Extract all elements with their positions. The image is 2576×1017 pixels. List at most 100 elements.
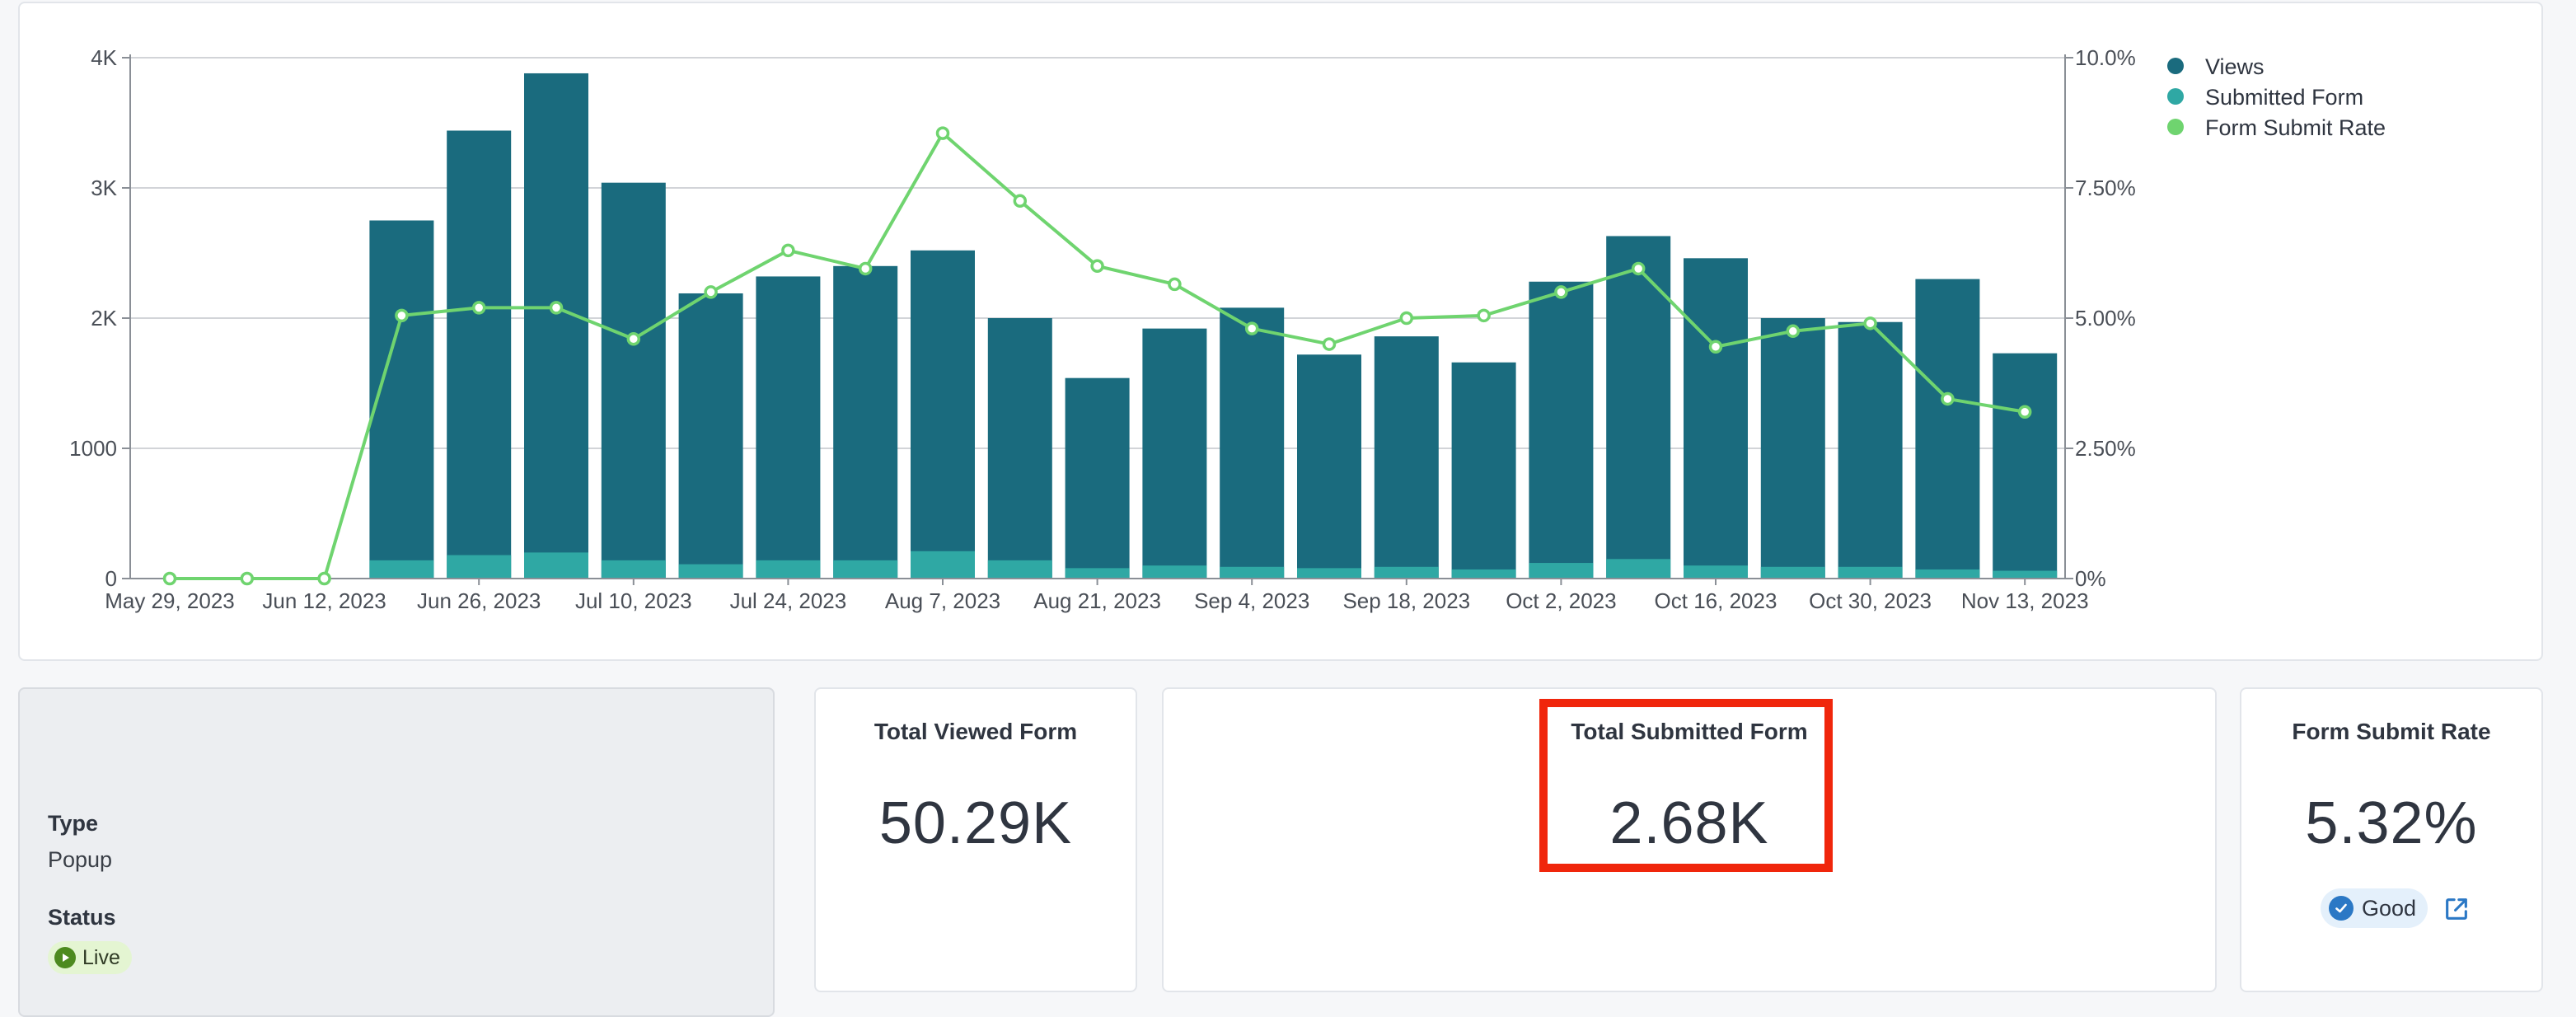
stat-title-viewed: Total Viewed Form <box>873 719 1078 744</box>
performance-chart-card: 0 1000 2K 3K 4K 0% 2.50% 5.00% 7.50% 10.0% May 29,… <box>18 2 2543 661</box>
y-left-tick-label: 2K <box>91 306 117 330</box>
stat-card-submitted: Total Submitted Form 2.68K <box>1162 687 2217 992</box>
external-link-icon[interactable] <box>2443 895 2471 923</box>
x-tick-label: Oct 30, 2023 <box>1809 588 1932 613</box>
form-info-panel: Type Popup Status Live <box>18 687 775 1017</box>
rate-point <box>1941 391 1955 406</box>
bar-views <box>1529 281 1594 579</box>
bar-submitted <box>1529 563 1594 579</box>
legend-label: Submitted Form <box>2205 85 2363 110</box>
stat-card-submit-rate: Form Submit Rate 5.32% Good <box>2240 687 2543 992</box>
bar-submitted <box>678 564 743 579</box>
bar-views <box>1297 354 1361 579</box>
rate-point <box>704 285 718 299</box>
bar-submitted <box>1220 566 1285 579</box>
bar-submitted <box>1065 568 1130 579</box>
bar-submitted <box>1760 566 1825 579</box>
legend-label: Views <box>2205 54 2265 79</box>
rate-point <box>1013 194 1028 209</box>
status-label: Status <box>48 905 116 930</box>
bar-submitted <box>1374 566 1439 579</box>
y-right-tick-label: 10.0% <box>2075 45 2136 70</box>
rate-point <box>1322 337 1337 351</box>
bar-views <box>1451 362 1516 579</box>
type-value: Popup <box>48 847 113 872</box>
bar-submitted <box>987 560 1052 579</box>
bar-views <box>833 265 898 579</box>
rate-point <box>1477 308 1491 323</box>
type-label: Type <box>48 811 99 836</box>
bar-views <box>1684 258 1748 579</box>
bar-submitted <box>1684 565 1748 579</box>
rate-quality-badge: Good <box>2321 888 2428 928</box>
performance-chart: 0 1000 2K 3K 4K 0% 2.50% 5.00% 7.50% 10.0% May 29,… <box>69 45 2386 613</box>
bar-views <box>1220 307 1285 579</box>
y-right-tick-label: 7.50% <box>2075 176 2136 200</box>
y-left-tick-label: 1000 <box>69 436 117 461</box>
rate-point <box>1708 340 1723 354</box>
bar-submitted <box>1838 566 1903 579</box>
x-tick-label: Sep 18, 2023 <box>1342 588 1470 613</box>
y-right-tick-label: 0% <box>2075 566 2106 591</box>
bar-views <box>1838 321 1903 579</box>
y-right-tick-label: 5.00% <box>2075 306 2136 330</box>
rate-point <box>162 571 177 586</box>
rate-point <box>1168 277 1182 292</box>
y-left-tick-label: 4K <box>91 45 117 70</box>
rate-point <box>471 301 486 315</box>
stat-title-submit-rate: Form Submit Rate <box>2292 719 2491 744</box>
bar-views <box>601 182 666 579</box>
bar-views <box>756 276 821 579</box>
legend-marker <box>2167 88 2184 105</box>
stat-card-viewed: Total Viewed Form 50.29K <box>814 687 1137 992</box>
legend-marker <box>2167 58 2184 74</box>
rate-point <box>549 301 564 315</box>
x-tick-label: Nov 13, 2023 <box>1961 588 2089 613</box>
status-value: Live <box>82 945 120 969</box>
x-tick-label: Aug 21, 2023 <box>1033 588 1161 613</box>
play-icon <box>54 947 76 968</box>
bar-submitted <box>524 552 588 579</box>
x-tick-label: Oct 16, 2023 <box>1655 588 1777 613</box>
bar-submitted <box>1915 569 1980 579</box>
stat-value-viewed: 50.29K <box>878 790 1073 856</box>
rate-point <box>1399 311 1414 326</box>
legend-marker <box>2167 119 2184 135</box>
stat-value-submitted: 2.68K <box>1609 790 1769 856</box>
bar-submitted <box>1297 568 1361 579</box>
x-tick-label: Oct 2, 2023 <box>1506 588 1616 613</box>
bar-views <box>1374 336 1439 579</box>
bar-views <box>678 293 743 579</box>
rate-point <box>1554 285 1568 299</box>
y-right-tick-label: 2.50% <box>2075 436 2136 461</box>
rate-point <box>1863 316 1877 330</box>
bar-submitted <box>833 560 898 579</box>
rate-point <box>858 261 873 276</box>
x-tick-label: Jul 10, 2023 <box>575 588 692 613</box>
stat-value-submit-rate: 5.32% <box>2305 790 2478 856</box>
bar-views <box>911 250 975 579</box>
bar-submitted <box>601 560 666 579</box>
rate-point <box>240 571 255 586</box>
check-circle-icon <box>2329 896 2354 921</box>
bar-submitted <box>447 555 512 579</box>
x-tick-label: Sep 4, 2023 <box>1194 588 1309 613</box>
bar-views <box>1065 377 1130 579</box>
rate-point <box>2017 405 2032 419</box>
x-tick-label: Jul 24, 2023 <box>730 588 847 613</box>
bar-views <box>1993 353 2058 579</box>
y-left-tick-label: 0 <box>105 566 117 591</box>
bar-views <box>524 73 588 579</box>
bar-submitted <box>1142 565 1207 579</box>
x-tick-label: May 29, 2023 <box>105 588 235 613</box>
y-left-tick-label: 3K <box>91 176 117 200</box>
rate-point <box>781 243 795 258</box>
x-tick-label: Jun 12, 2023 <box>262 588 386 613</box>
x-tick-label: Jun 26, 2023 <box>417 588 541 613</box>
bar-views <box>1142 328 1207 579</box>
rate-point <box>935 126 950 140</box>
legend-label: Form Submit Rate <box>2205 115 2386 140</box>
bar-views <box>369 220 434 579</box>
rate-point <box>317 571 331 586</box>
bar-views <box>447 130 512 579</box>
